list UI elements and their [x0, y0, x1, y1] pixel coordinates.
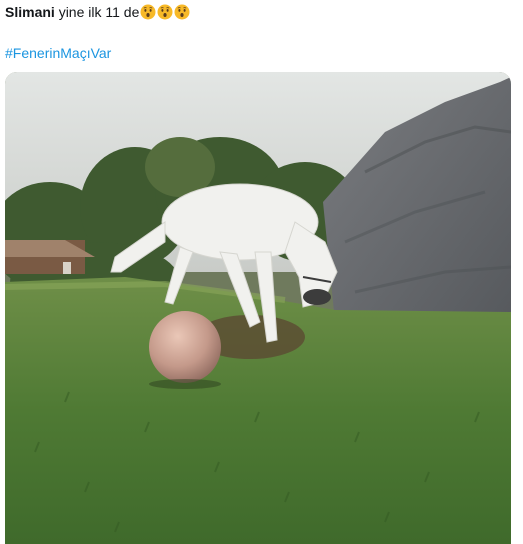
hushed-face-icon	[157, 4, 173, 20]
tweet: Slimani yine ilk 11 de #FenerinMaçıVar	[0, 0, 523, 544]
emoji-group	[140, 4, 191, 24]
tweet-body: yine ilk 11 de	[58, 4, 140, 20]
hashtag-link[interactable]: #FenerinMaçıVar	[5, 44, 111, 62]
media-video[interactable]	[5, 72, 511, 544]
tweet-author[interactable]: Slimani	[5, 4, 55, 20]
hushed-face-icon	[140, 4, 156, 20]
video-still-image	[5, 72, 511, 544]
hushed-face-icon	[174, 4, 190, 20]
tweet-text: Slimani yine ilk 11 de	[5, 3, 191, 24]
